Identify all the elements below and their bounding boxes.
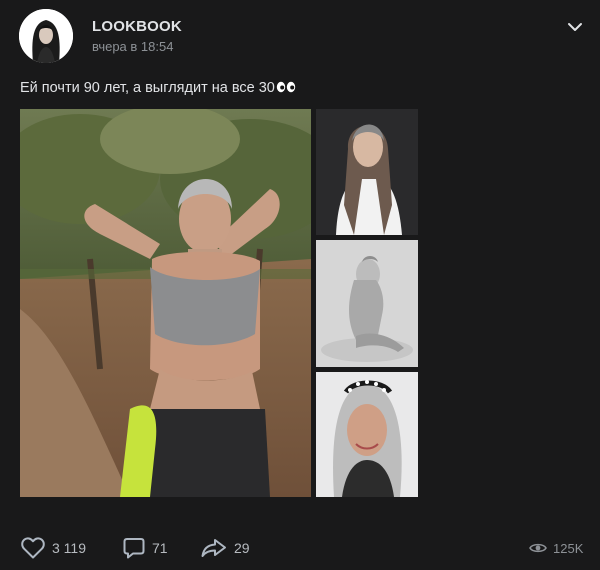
post-photo-3[interactable] — [316, 240, 418, 367]
post-photo-4[interactable] — [316, 372, 418, 497]
post-actions: 3 119 71 29 125K — [0, 532, 600, 564]
share-arrow-icon — [201, 539, 226, 557]
post-time[interactable]: вчера в 18:54 — [92, 39, 173, 54]
comment-button[interactable]: 71 — [122, 532, 168, 564]
post-photo-2[interactable] — [316, 109, 418, 235]
post-text-label: Ей почти 90 лет, а выглядит на все 30 — [20, 80, 275, 96]
comment-count: 71 — [152, 540, 168, 556]
views-counter: 125K — [529, 532, 583, 564]
comment-icon — [123, 538, 145, 559]
eyes-emoji-icon — [276, 81, 296, 97]
chevron-down-icon[interactable] — [566, 18, 584, 36]
views-count: 125K — [553, 540, 584, 556]
share-button[interactable]: 29 — [200, 532, 250, 564]
post-photo-main[interactable] — [20, 109, 311, 497]
post-text: Ей почти 90 лет, а выглядит на все 30 — [20, 80, 296, 97]
like-count: 3 119 — [52, 540, 86, 556]
eye-icon — [529, 543, 547, 553]
author-avatar[interactable] — [19, 9, 73, 63]
author-name[interactable]: LOOKBOOK — [92, 18, 182, 35]
heart-icon — [21, 537, 45, 559]
like-button[interactable]: 3 119 — [20, 532, 86, 564]
post-card: LOOKBOOK вчера в 18:54 Ей почти 90 лет, … — [0, 0, 600, 570]
share-count: 29 — [234, 540, 250, 556]
